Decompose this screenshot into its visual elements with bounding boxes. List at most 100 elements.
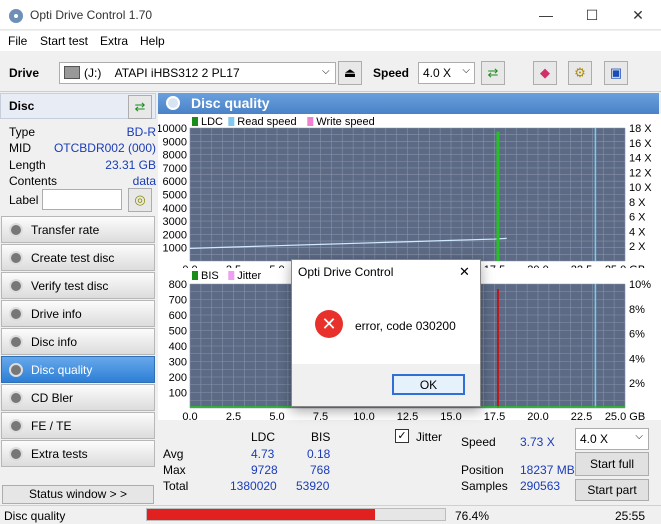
app-disc-icon	[8, 8, 24, 24]
test-speed-value: 4.0 X	[580, 432, 609, 446]
x-tick-label: 12.5	[397, 411, 418, 420]
x-tick-label: 5.0	[269, 411, 284, 420]
y2-tick-label: 16 X	[629, 138, 652, 150]
dialog-ok-button[interactable]: OK	[392, 374, 465, 395]
eject-button[interactable]: ⏏	[338, 61, 362, 85]
start-full-button[interactable]: Start full	[575, 452, 649, 476]
y2-tick-label: 4 X	[629, 226, 646, 238]
y-tick-label: 6000	[163, 176, 187, 188]
floppy-icon: ▣	[609, 65, 623, 80]
disc-label-button[interactable]: ◎	[128, 188, 152, 212]
nav-disc-quality[interactable]: Disc quality	[1, 356, 155, 383]
disc-icon	[9, 447, 23, 461]
disc-contents-key: Contents	[9, 174, 58, 188]
stats-total-ldc: 1380020	[230, 479, 277, 493]
y2-tick-label: 12 X	[629, 167, 652, 179]
x-tick-label: 0.0	[182, 411, 197, 420]
disc-icon	[9, 391, 23, 405]
nav-label: Disc quality	[31, 363, 93, 377]
disc-icon	[9, 223, 23, 237]
dialog-title: Opti Drive Control	[298, 265, 394, 279]
disc-type-key: Type	[9, 125, 36, 139]
refresh-arrows-icon: ⇄	[487, 65, 499, 80]
stats-avg-ldc: 4.73	[251, 447, 275, 461]
y-tick-label: 9000	[163, 136, 187, 148]
y-tick-label: 7000	[163, 163, 187, 175]
chevron-down-icon: ⌵	[635, 431, 643, 442]
y-tick-label: 10000	[158, 123, 187, 135]
x-tick-label: 10.0	[353, 411, 374, 420]
drive-name: ATAPI iHBS312 2 PL17	[114, 66, 240, 80]
disc-label-key: Label	[9, 193, 39, 207]
nav-label: CD Bler	[31, 391, 74, 405]
stats-avg-key: Avg	[163, 447, 184, 461]
drive-letter: (J:)	[84, 66, 102, 80]
speed-select[interactable]: 4.0 X ⌵	[418, 62, 475, 84]
menu-start-test[interactable]: Start test	[40, 34, 88, 48]
stats-total-bis: 53920	[296, 479, 330, 493]
speed-label: Speed	[373, 66, 410, 80]
nav-fe-te[interactable]: FE / TE	[1, 412, 155, 439]
panel-header: Disc quality	[158, 93, 659, 114]
legend-swatch	[307, 117, 314, 126]
disc-refresh-button[interactable]: ⇄	[128, 95, 152, 119]
ldc-chart: LDC Read speed Write speed 100009000 8000700…	[158, 114, 661, 270]
nav-verify-test-disc[interactable]: Verify test disc	[1, 272, 155, 299]
y2-tick-label: 10 X	[629, 182, 652, 194]
jitter-checkbox[interactable]: ✓	[395, 429, 409, 443]
nav-cd-bler[interactable]: CD Bler	[1, 384, 155, 411]
y-tick-label: 200	[169, 372, 187, 384]
disc-icon	[166, 96, 180, 110]
start-part-button[interactable]: Start part	[575, 479, 649, 501]
nav-create-test-disc[interactable]: Create test disc	[1, 244, 155, 271]
disc-length-value: 23.31 GB	[105, 158, 156, 172]
dialog-close-button[interactable]: ✕	[459, 264, 470, 280]
y-tick-label: 300	[169, 357, 187, 369]
error-icon: ✕	[315, 310, 343, 338]
legend-label: Write speed	[316, 116, 375, 128]
nav-drive-info[interactable]: Drive info	[1, 300, 155, 327]
disc-icon	[9, 251, 23, 265]
y-tick-label: 4000	[163, 203, 187, 215]
nav-label: Extra tests	[31, 447, 88, 461]
nav-transfer-rate[interactable]: Transfer rate	[1, 216, 155, 243]
y2-tick-label: 6%	[629, 329, 645, 341]
stats-max-bis: 768	[310, 463, 331, 477]
test-speed-select[interactable]: 4.0 X ⌵	[575, 428, 649, 450]
x-tick-label: 22.5	[571, 411, 592, 420]
erase-button[interactable]: ◆	[533, 61, 557, 85]
y2-tick-label: 4%	[629, 353, 645, 365]
status-window-button[interactable]: Status window > >	[2, 485, 154, 504]
y2-tick-label: 8 X	[629, 197, 646, 209]
settings-button[interactable]: ⚙	[568, 61, 592, 85]
stats-max-key: Max	[163, 463, 186, 477]
menu-file[interactable]: File	[8, 34, 27, 48]
nav-label: Transfer rate	[31, 223, 100, 237]
disc-icon	[9, 335, 23, 349]
x-tick-label: 2.5	[226, 411, 241, 420]
drive-icon	[64, 66, 80, 79]
nav-label: Disc info	[31, 335, 78, 349]
menu-extra[interactable]: Extra	[100, 34, 128, 48]
disc-header-label: Disc	[9, 99, 35, 113]
y-tick-label: 8000	[163, 150, 187, 162]
close-button[interactable]: ✕	[615, 0, 661, 30]
jitter-label: Jitter	[416, 430, 443, 444]
refresh-speed-button[interactable]: ⇄	[481, 61, 505, 85]
disc-label-input[interactable]	[42, 189, 122, 210]
nav-disc-info[interactable]: Disc info	[1, 328, 155, 355]
maximize-button[interactable]: ☐	[569, 0, 615, 30]
refresh-arrows-icon: ⇄	[134, 99, 146, 114]
minimize-button[interactable]: —	[523, 0, 569, 30]
menu-help[interactable]: Help	[140, 34, 165, 48]
legend-label: BIS	[201, 270, 219, 282]
progress-percent: 76.4%	[455, 509, 490, 523]
nav-extra-tests[interactable]: Extra tests	[1, 440, 155, 467]
drive-select[interactable]: (J:) ATAPI iHBS312 2 PL17	[59, 62, 336, 84]
save-button[interactable]: ▣	[604, 61, 628, 85]
speed-stat-value: 3.73 X	[520, 435, 555, 449]
y2-tick-label: 18 X	[629, 123, 652, 135]
disc-contents-value: data	[132, 174, 156, 188]
legend-label: Read speed	[237, 116, 296, 128]
disc-edit-icon: ◎	[134, 192, 146, 207]
